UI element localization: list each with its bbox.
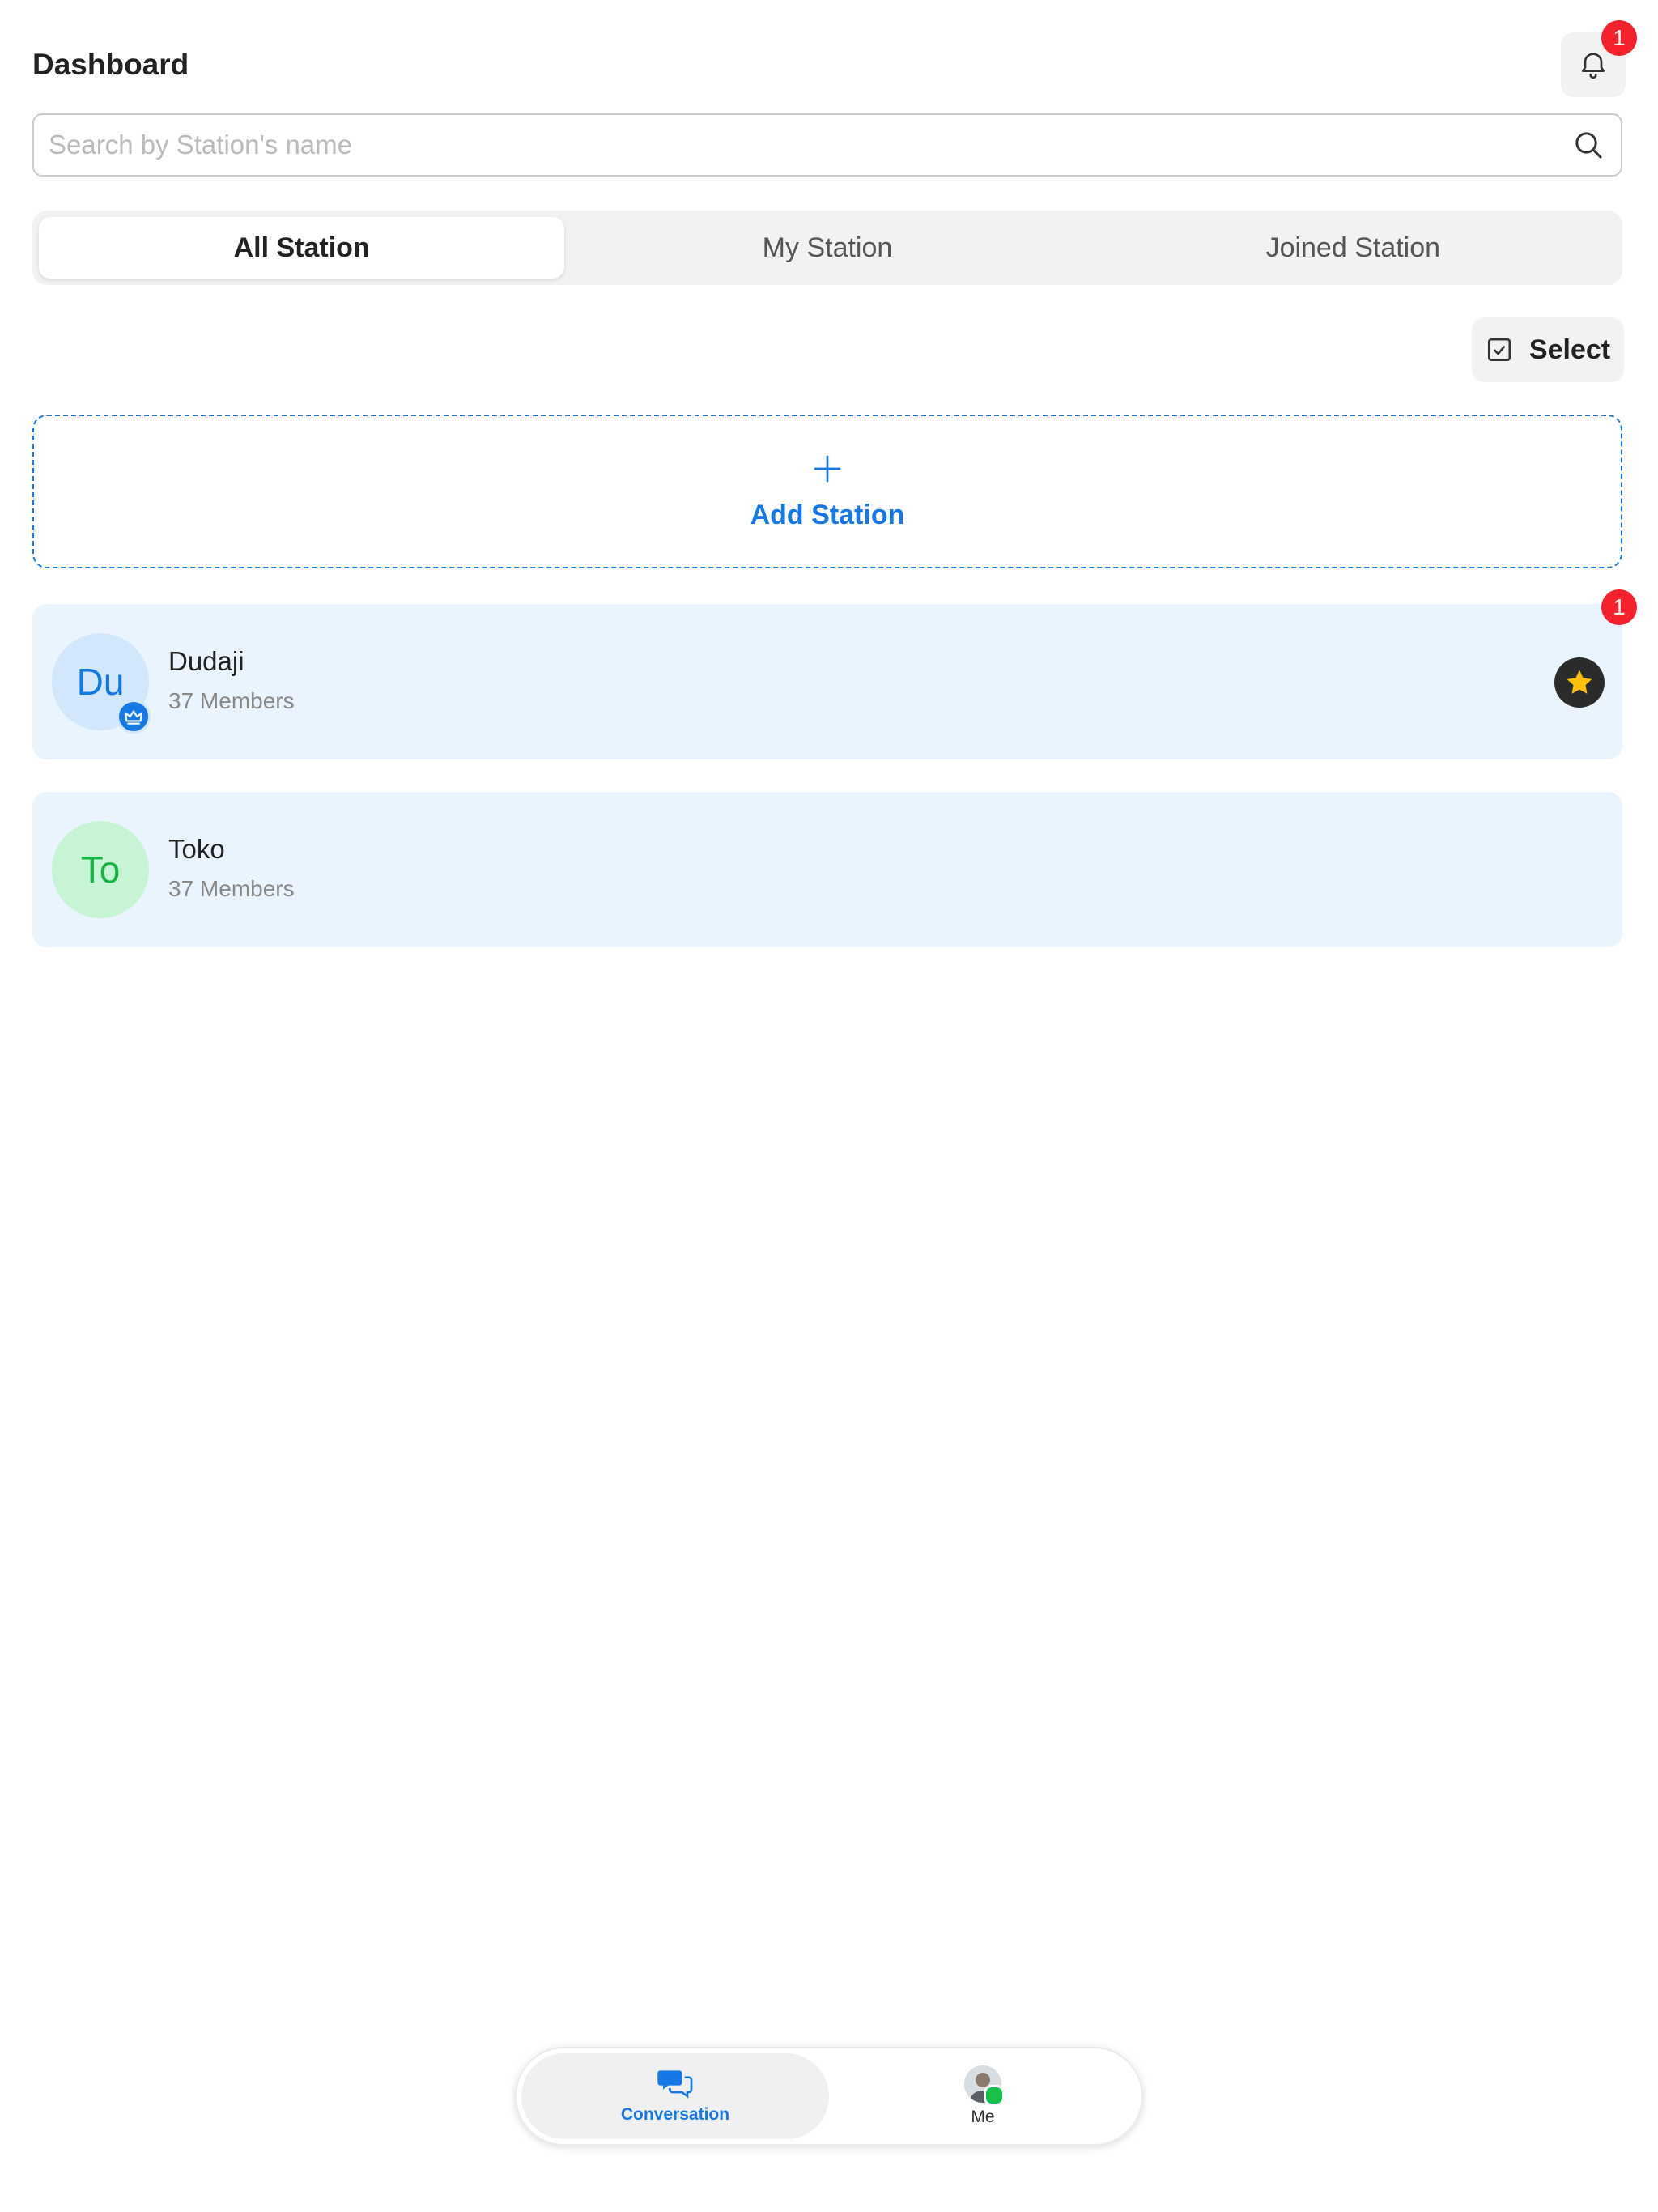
station-filter-tabs: All Station My Station Joined Station — [32, 211, 1622, 285]
add-station-label: Add Station — [750, 499, 905, 530]
tab-all-station[interactable]: All Station — [39, 217, 565, 279]
bottom-navigation: Conversation Me — [515, 2047, 1143, 2146]
station-card-dudaji[interactable]: Du Dudaji 37 Members — [32, 604, 1622, 759]
add-station-button[interactable]: Add Station — [32, 415, 1622, 568]
chat-bubbles-icon — [657, 2070, 693, 2099]
notification-count-badge: 1 — [1601, 20, 1637, 56]
bell-icon — [1582, 53, 1605, 79]
dashboard-page: Dashboard 1 All Station My Station Joine… — [0, 0, 1658, 2212]
page-title: Dashboard — [32, 48, 189, 81]
select-button[interactable]: Select — [1472, 317, 1624, 382]
station-members: 37 Members — [168, 688, 295, 713]
station-name: Toko — [168, 834, 225, 864]
favorite-button[interactable] — [1554, 657, 1605, 708]
nav-me-label: Me — [971, 2108, 995, 2126]
station-card-toko[interactable]: To Toko 37 Members — [32, 792, 1622, 947]
nav-me[interactable]: Me — [829, 2053, 1137, 2139]
avatar — [964, 2065, 1005, 2106]
crown-icon — [117, 700, 151, 734]
station-unread-badge: 1 — [1601, 589, 1637, 625]
search-input[interactable] — [34, 114, 1556, 176]
nav-conversation[interactable]: Conversation — [521, 2053, 829, 2139]
select-button-label: Select — [1528, 334, 1611, 365]
plus-icon — [814, 455, 841, 482]
station-avatar: To — [52, 821, 149, 918]
nav-conversation-label: Conversation — [620, 2105, 730, 2124]
station-name: Dudaji — [168, 646, 244, 676]
tab-my-station[interactable]: My Station — [564, 217, 1090, 279]
search-bar — [32, 113, 1622, 177]
star-icon — [1567, 670, 1592, 694]
online-status-dot — [984, 2085, 1005, 2106]
tab-joined-station[interactable]: Joined Station — [1090, 217, 1616, 279]
checkbox-icon — [1487, 338, 1511, 362]
station-members: 37 Members — [168, 876, 295, 901]
search-icon — [1575, 132, 1602, 159]
search-button[interactable] — [1556, 115, 1621, 175]
